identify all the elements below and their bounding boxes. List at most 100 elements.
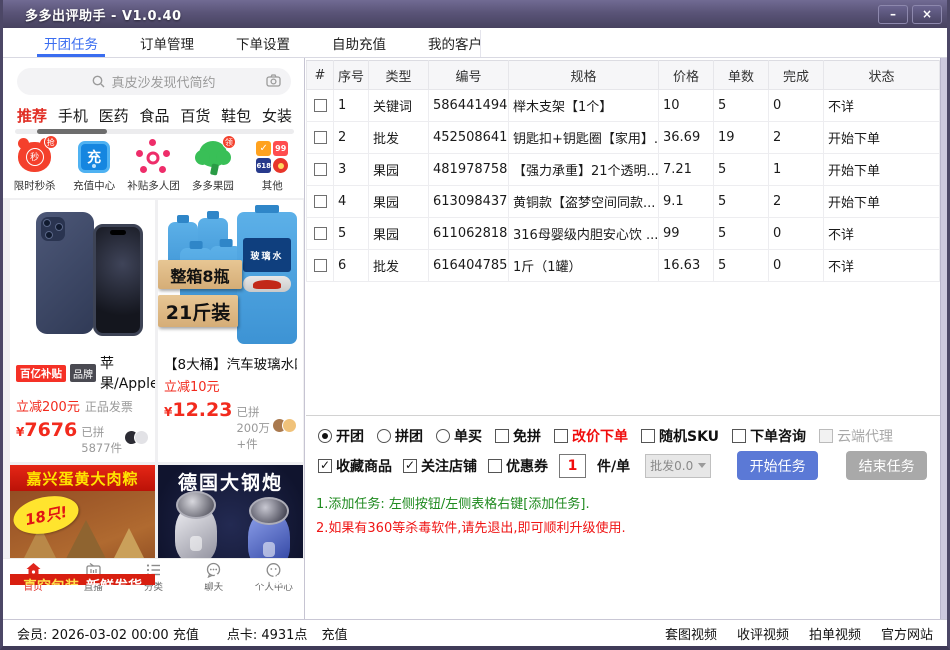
checkbox-order-consult[interactable]: 下单咨询 [732,426,806,446]
col-count[interactable]: 单数 [714,61,769,90]
product-price: 12.23 [172,399,232,421]
link-template-videos[interactable]: 套图视频 [665,624,717,643]
category-general[interactable]: 百货 [180,105,210,126]
table-row[interactable]: 2批发452508641923 钥匙扣+钥匙圈【家用】...36.6919 2开… [307,122,940,154]
col-select[interactable]: # [307,61,334,90]
close-button[interactable]: × [912,5,942,24]
stop-task-button[interactable]: 结束任务 [846,451,927,480]
tab-my-customers[interactable]: 我的客户 [407,28,503,57]
category-recommend[interactable]: 推荐 [17,105,47,126]
table-row[interactable]: 1关键词586441494661 榉木支架【1个】105 0不详 [307,90,940,122]
orchard-tree-icon: 领 [194,138,232,175]
product-title: 【8大桶】汽车玻璃水四 [164,353,297,373]
category-scrollbar-thumb[interactable] [37,129,107,134]
category-medicine[interactable]: 医药 [99,105,129,126]
embedded-shop-panel: 真皮沙发现代简约 推荐 手机 医药 食品 百货 鞋包 女装 秒 抢 限时秒杀 充 [3,58,305,622]
category-women[interactable]: 女装 [262,105,292,126]
quick-label: 其他 [262,178,283,193]
tab-order-settings[interactable]: 下单设置 [215,28,311,57]
checkbox-favorite-item[interactable]: 收藏商品 [318,456,392,476]
quick-orchard[interactable]: 领 多多果园 [185,138,241,193]
table-row[interactable]: 6批发616404785691 1斤（1罐）16.635 0不详 [307,250,940,282]
product-card-iphone[interactable]: 百亿补贴 品牌 苹果/Apple 立减200元正品发票 ¥ 7676 已拼587… [10,200,155,462]
col-done[interactable]: 完成 [769,61,824,90]
col-price[interactable]: 价格 [659,61,714,90]
row-select-checkbox[interactable] [314,227,327,240]
tab-self-recharge[interactable]: 自助充值 [311,28,407,57]
task-action-controls: 收藏商品 关注店铺 优惠券 件/单 批发0.0 开始任务 结束任务 添加任务 [318,450,950,481]
col-spec[interactable]: 规格 [509,61,659,90]
bottle-label: 玻璃水 [243,238,291,272]
buyer-avatars [124,430,149,445]
buyer-avatars [272,418,297,433]
product-card-glass-water[interactable]: 玻璃水 整箱8瓶 21斤装 【8大桶】汽车玻璃水四 立减10元 ¥ 12.23 … [158,200,303,462]
table-row[interactable]: 5果园611062818559 316母婴级内胆安心饮 ...995 0不详 [307,218,940,250]
link-review-videos[interactable]: 收评视频 [737,624,789,643]
status-bar: 会员: 2026-03-02 00:00 充值 点卡: 4931点 充值 套图视… [3,619,947,646]
overlay-text-top: 德国大钢炮 [158,468,303,495]
category-scrollbar[interactable] [15,129,294,134]
checkbox-cloud-proxy[interactable]: 云端代理 [819,426,893,446]
checkbox-change-price[interactable]: 改价下单 [554,426,628,446]
col-seq[interactable]: 序号 [334,61,369,90]
col-status[interactable]: 状态 [824,61,940,90]
product-brand: 苹果/Apple [100,353,155,393]
tab-open-group-task[interactable]: 开团任务 [23,28,119,57]
yen-sign: ¥ [16,425,24,439]
yen-sign: ¥ [164,405,172,419]
row-select-checkbox[interactable] [314,99,327,112]
category-phone[interactable]: 手机 [58,105,88,126]
vertical-scrollbar[interactable] [940,58,947,622]
instruction-line-2: 2.如果有360等杀毒软件,请先退出,即可顺利升级使用. [316,517,626,536]
quick-flash-sale[interactable]: 秒 抢 限时秒杀 [7,138,63,193]
minimize-button[interactable]: – [878,5,908,24]
tab-label: 开团任务 [44,33,98,53]
category-shoes-bags[interactable]: 鞋包 [221,105,251,126]
link-official-site[interactable]: 官方网站 [881,624,933,643]
quick-label: 充值中心 [73,178,115,193]
search-bar[interactable]: 真皮沙发现代简约 [17,68,291,95]
quick-recharge-center[interactable]: 充 充值中心 [66,138,122,193]
row-select-checkbox[interactable] [314,259,327,272]
overlay-21-jin: 21斤装 [158,295,238,327]
checkbox-random-sku[interactable]: 随机SKU [641,426,719,446]
start-task-button[interactable]: 开始任务 [737,451,818,480]
quick-other[interactable]: ✓ 99 618 其他 [244,138,300,193]
quantity-input[interactable] [559,454,586,478]
product-price: 7676 [24,419,77,441]
task-mode-controls: 开团 拼团 单买 免拼 改价下单 随机SKU 下单咨询 云端代理 [318,426,893,446]
row-select-checkbox[interactable] [314,195,327,208]
member-recharge-link[interactable]: 充值 [173,628,199,643]
overlay-8-bottles: 整箱8瓶 [158,260,242,289]
category-tabs: 推荐 手机 医药 食品 百货 鞋包 女装 [17,103,292,127]
link-order-videos[interactable]: 拍单视频 [809,624,861,643]
radio-single-buy[interactable]: 单买 [436,426,482,446]
tab-label: 订单管理 [140,33,194,53]
radio-join-group[interactable]: 拼团 [377,426,423,446]
col-type[interactable]: 类型 [369,61,429,90]
sold-count: 已拼5877件 [81,424,124,456]
note-text: 正品发票 [85,400,133,414]
category-food[interactable]: 食品 [139,105,169,126]
quick-subsidy-group[interactable]: 补贴多人团 [125,138,181,193]
table-row[interactable]: 3果园481978758400 【强力承重】21个透明...7.215 1开始下… [307,154,940,186]
search-placeholder: 真皮沙发现代简约 [111,72,215,91]
table-row[interactable]: 4果园613098437441 黄铜款【盗梦空间同款...9.15 2开始下单 [307,186,940,218]
points-label: 点卡: 4931点 [227,624,308,643]
checkbox-coupon[interactable]: 优惠券 [488,456,548,476]
checkbox-follow-shop[interactable]: 关注店铺 [403,456,477,476]
row-select-checkbox[interactable] [314,131,327,144]
col-code[interactable]: 编号 [429,61,509,90]
row-select-checkbox[interactable] [314,163,327,176]
overlay-banner-top: 嘉兴蛋黄大肉粽 [10,465,155,491]
wholesale-dropdown[interactable]: 批发0.0 [645,454,711,478]
tabbar-divider [480,30,481,57]
radio-open-group[interactable]: 开团 [318,426,364,446]
camera-icon[interactable] [266,74,281,87]
task-table: # 序号 类型 编号 规格 价格 单数 完成 状态 1关键词5864414946… [306,60,940,282]
tab-order-management[interactable]: 订单管理 [119,28,215,57]
points-recharge-link[interactable]: 充值 [321,624,347,643]
subsidy-badge: 百亿补贴 [16,365,66,382]
grab-badge: 抢 [44,135,58,149]
checkbox-no-group[interactable]: 免拼 [495,426,541,446]
